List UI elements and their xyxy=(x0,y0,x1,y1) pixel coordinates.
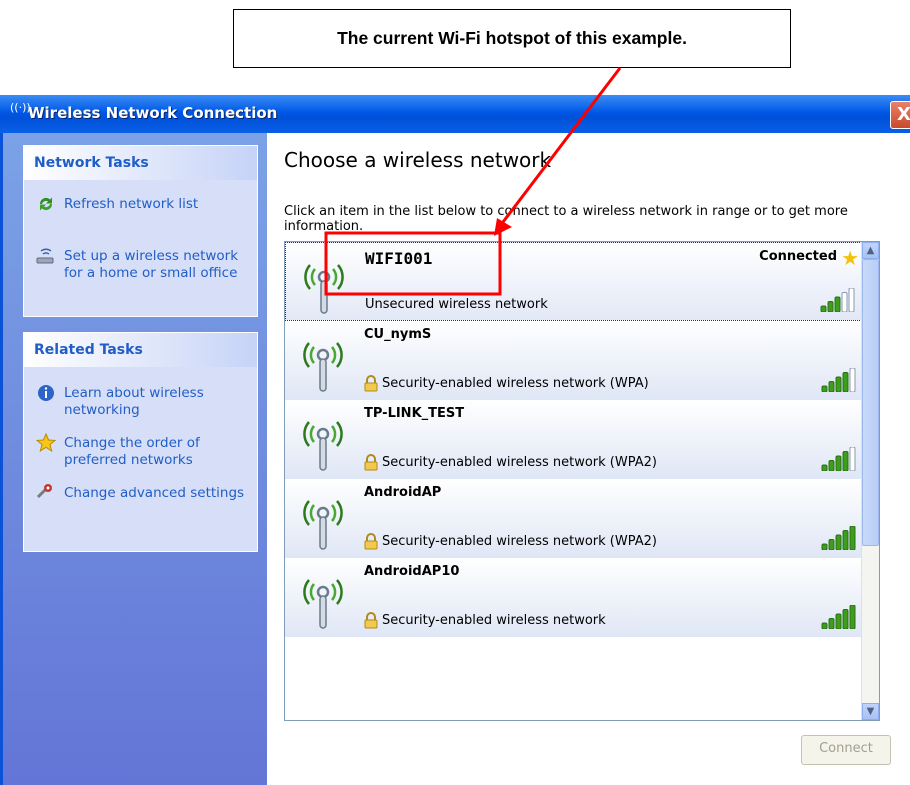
wireless-setup-icon xyxy=(34,246,58,268)
change-advanced-settings-link[interactable]: Change advanced settings xyxy=(34,483,249,507)
change-order-preferred-link[interactable]: Change the order of preferred networks xyxy=(34,432,249,469)
network-security-label: Security-enabled wireless network (WPA2) xyxy=(382,455,657,470)
network-tasks-header[interactable]: Network Tasks xyxy=(24,146,257,180)
close-icon: X xyxy=(897,104,910,125)
connection-status: Connected xyxy=(759,249,837,264)
network-security-label: Security-enabled wireless network (WPA) xyxy=(382,376,649,391)
network-security-label: Security-enabled wireless network (WPA2) xyxy=(382,534,657,549)
task-sidebar: Network Tasks Refresh network list Set u… xyxy=(0,133,267,785)
network-name: TP-LINK_TEST xyxy=(364,406,465,421)
network-security: Security-enabled wireless network (WPA) xyxy=(364,375,649,392)
network-item[interactable]: WIFI001 Unsecured wireless network Connect… xyxy=(285,242,862,321)
refresh-network-list-link[interactable]: Refresh network list xyxy=(34,196,249,218)
wireless-network-connection-window: ((·)) Wireless Network Connection X Netw… xyxy=(0,95,910,785)
signal-strength-icon xyxy=(821,605,856,629)
connect-button[interactable]: Connect xyxy=(801,735,891,765)
learn-about-wireless-label: Learn about wireless networking xyxy=(64,385,204,418)
network-item[interactable]: TP-LINK_TEST Security-enabled wireless ne… xyxy=(285,400,862,479)
network-name: AndroidAP10 xyxy=(364,564,460,579)
scroll-thumb[interactable] xyxy=(862,259,879,546)
annotation-callout: The current Wi-Fi hotspot of this exampl… xyxy=(233,9,791,68)
window-title: Wireless Network Connection xyxy=(28,104,278,122)
lock-icon xyxy=(364,375,378,392)
wireless-antenna-icon xyxy=(303,579,343,629)
refresh-icon xyxy=(34,194,58,216)
network-tasks-panel: Network Tasks Refresh network list Set u… xyxy=(23,145,258,317)
signal-strength-icon xyxy=(821,526,856,550)
change-order-preferred-label: Change the order of preferred networks xyxy=(64,435,200,468)
change-advanced-settings-label: Change advanced settings xyxy=(64,485,245,501)
lock-icon xyxy=(364,612,378,629)
close-button[interactable]: X xyxy=(890,101,910,129)
setup-wireless-network-label: Set up a wireless network for a home or … xyxy=(64,248,239,281)
network-security-label: Security-enabled wireless network xyxy=(382,613,606,628)
network-security: Security-enabled wireless network (WPA2) xyxy=(364,454,657,471)
instructions-text: Click an item in the list below to conne… xyxy=(284,204,848,234)
lock-icon xyxy=(364,454,378,471)
signal-strength-icon xyxy=(821,368,856,392)
star-icon xyxy=(34,432,58,455)
network-security: Unsecured wireless network xyxy=(365,297,548,312)
scroll-up-button[interactable]: ▲ xyxy=(862,242,879,259)
network-security: Security-enabled wireless network xyxy=(364,612,606,629)
signal-strength-icon xyxy=(820,288,855,312)
network-name: AndroidAP xyxy=(364,485,442,500)
main-content: Choose a wireless network Click an item … xyxy=(267,133,910,785)
settings-icon xyxy=(34,483,58,505)
learn-about-wireless-link[interactable]: Learn about wireless networking xyxy=(34,385,249,419)
network-list[interactable]: WIFI001 Unsecured wireless network Connect… xyxy=(284,241,880,721)
network-item[interactable]: CU_nymS Security-enabled wireless network… xyxy=(285,321,862,400)
scroll-down-button[interactable]: ▼ xyxy=(862,703,879,720)
related-tasks-panel: Related Tasks Learn about wireless netwo… xyxy=(23,332,258,552)
related-tasks-header[interactable]: Related Tasks xyxy=(24,333,257,367)
page-title: Choose a wireless network xyxy=(284,148,552,172)
lock-icon xyxy=(364,533,378,550)
info-icon xyxy=(34,383,58,405)
setup-wireless-network-link[interactable]: Set up a wireless network for a home or … xyxy=(34,248,249,282)
chevron-down-icon: ▼ xyxy=(866,706,875,717)
title-bar[interactable]: ((·)) Wireless Network Connection X xyxy=(0,95,910,133)
wireless-antenna-icon xyxy=(304,264,344,314)
wireless-antenna-icon xyxy=(303,342,343,392)
preferred-star-icon: ★ xyxy=(841,246,859,270)
network-name: CU_nymS xyxy=(364,327,432,342)
network-list-scrollbar[interactable]: ▲ ▼ xyxy=(861,242,879,720)
chevron-up-icon: ▲ xyxy=(866,245,875,256)
annotation-callout-text: The current Wi-Fi hotspot of this exampl… xyxy=(337,28,687,48)
network-item[interactable]: AndroidAP10 Security-enabled wireless net… xyxy=(285,558,862,637)
wireless-antenna-icon xyxy=(303,421,343,471)
refresh-network-list-label: Refresh network list xyxy=(64,196,199,212)
signal-strength-icon xyxy=(821,447,856,471)
network-item[interactable]: AndroidAP Security-enabled wireless netwo… xyxy=(285,479,862,558)
network-name: WIFI001 xyxy=(365,249,433,268)
wireless-antenna-icon xyxy=(303,500,343,550)
network-security: Security-enabled wireless network (WPA2) xyxy=(364,533,657,550)
network-security-label: Unsecured wireless network xyxy=(365,297,548,312)
